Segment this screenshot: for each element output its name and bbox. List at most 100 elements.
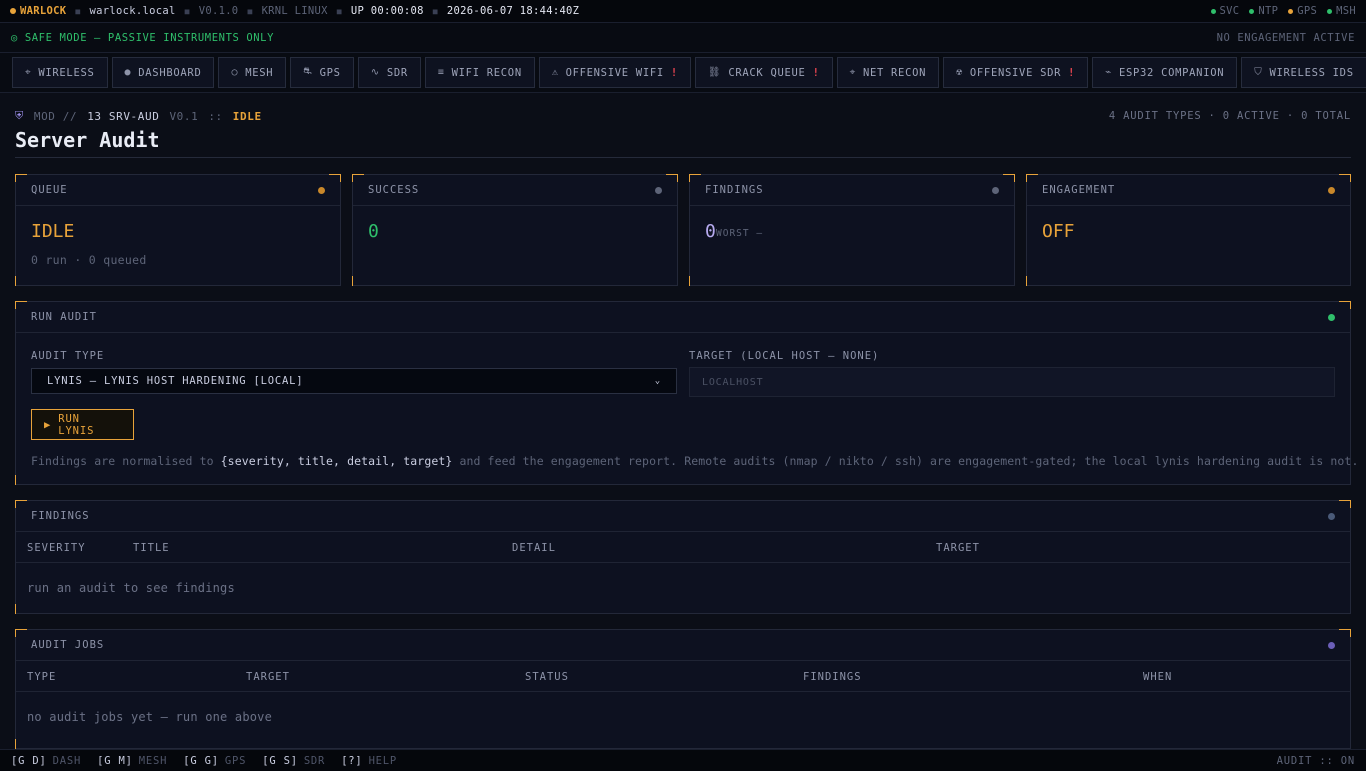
status-led-icon — [1328, 641, 1335, 649]
service-indicators: SVC NTP GPS MSH — [1210, 5, 1357, 17]
status-led-icon — [318, 186, 325, 194]
tab-icon: ⚠ — [551, 67, 559, 78]
tab-sdr[interactable]: ∿ SDR — [357, 57, 421, 88]
stat-value: 0 — [368, 221, 379, 242]
tab-mesh[interactable]: ○ MESH — [218, 57, 287, 88]
indicator-ntp: NTP — [1249, 5, 1278, 17]
column-header[interactable]: SEVERITY — [27, 542, 86, 554]
target-placeholder: LOCALHOST — [702, 376, 764, 388]
warning-icon: ! — [670, 66, 678, 79]
status-led-icon — [992, 186, 999, 194]
tab-gps[interactable]: ⛐ GPS — [290, 57, 354, 88]
tab-icon: ∿ — [370, 67, 380, 78]
status-dot-icon — [1249, 8, 1255, 14]
tab-net-recon[interactable]: ⌖ NET RECON — [836, 57, 940, 88]
tab-icon: ○ — [231, 67, 239, 78]
title-divider — [15, 157, 1351, 158]
tab-label: GPS — [319, 66, 341, 79]
status-led-icon — [655, 186, 662, 194]
jobs-empty-state: no audit jobs yet — run one above — [27, 710, 273, 724]
indicator-msh: MSH — [1327, 5, 1356, 17]
audit-jobs-title: AUDIT JOBS — [31, 639, 105, 651]
column-header[interactable]: FINDINGS — [803, 671, 862, 683]
stat-label: ENGAGEMENT — [1042, 184, 1116, 196]
tab-label: ESP32 COMPANION — [1118, 66, 1225, 79]
column-header[interactable]: TARGET — [936, 542, 980, 554]
column-header[interactable]: DETAIL — [512, 542, 556, 554]
tab-esp32-companion[interactable]: ⌁ ESP32 COMPANION — [1092, 57, 1238, 88]
shortcut-action[interactable]: GPS — [225, 755, 246, 767]
brand-name: WARLOCK — [20, 5, 67, 17]
tab-icon: ⌁ — [1105, 67, 1112, 78]
tab-offensive-sdr[interactable]: ☢ OFFENSIVE SDR! — [943, 57, 1089, 88]
run-button-label: RUN LYNIS — [58, 412, 95, 437]
column-header[interactable]: TITLE — [133, 542, 170, 554]
indicator-svc: SVC — [1210, 5, 1240, 17]
column-header[interactable]: STATUS — [525, 671, 569, 683]
tab-label: SDR — [386, 66, 408, 79]
findings-empty-state: run an audit to see findings — [27, 581, 235, 595]
stat-card-header: QUEUE — [16, 175, 340, 206]
shortcut-action[interactable]: MESH — [139, 755, 168, 767]
tab-icon: ≡ — [437, 67, 445, 78]
module-id: 13 SRV-AUD — [87, 109, 160, 123]
tab-icon: ⌖ — [25, 67, 32, 78]
brand-dot-icon — [10, 8, 16, 14]
status-led-icon — [1328, 313, 1335, 321]
column-header[interactable]: TYPE — [27, 671, 56, 683]
tab-label: DASHBOARD — [138, 66, 202, 79]
shortcut-key: [G D] — [11, 754, 47, 767]
shortcut-action[interactable]: HELP — [369, 755, 398, 767]
run-audit-button[interactable]: ▶ RUN LYNIS — [31, 409, 134, 440]
play-icon: ▶ — [44, 418, 52, 431]
findings-title: FINDINGS — [31, 510, 90, 522]
tab-dashboard[interactable]: ● DASHBOARD — [111, 57, 215, 88]
findings-table-header: SEVERITY TITLE DETAIL TARGET — [16, 532, 1350, 563]
engagement-status: NO ENGAGEMENT ACTIVE — [1216, 31, 1355, 44]
tab-label: WIRELESS IDS — [1269, 66, 1354, 79]
page-title: Server Audit — [15, 128, 160, 152]
column-header[interactable]: TARGET — [246, 671, 290, 683]
module-separator: :: — [208, 109, 223, 123]
status-dot-icon — [1210, 8, 1216, 14]
top-status-bar: WARLOCK ■ warlock.local ■ V0.1.0 ■ KRNL … — [0, 0, 1366, 23]
shortcut-action[interactable]: DASH — [53, 755, 82, 767]
tab-wireless-ids[interactable]: ⛉ WIRELESS IDS — [1241, 57, 1366, 88]
status-led-icon — [1328, 186, 1335, 194]
tab-label: WIRELESS — [38, 66, 95, 79]
tab-icon: ⛓ — [707, 67, 722, 78]
tab-icon: ⌖ — [849, 67, 856, 78]
stat-card-header: ENGAGEMENT — [1027, 175, 1350, 206]
stat-card-header: SUCCESS — [353, 175, 677, 206]
audit-status: AUDIT :: ON — [1276, 754, 1355, 767]
stat-card-queue: QUEUE IDLE 0 run · 0 queued — [15, 174, 341, 286]
clock: 2026-06-07 18:44:40Z — [446, 5, 580, 17]
tab-wireless[interactable]: ⌖ WIRELESS — [12, 57, 108, 88]
kernel: KRNL LINUX — [261, 5, 328, 17]
stat-value: OFF — [1042, 221, 1075, 242]
tab-icon: ⛐ — [303, 66, 313, 77]
stat-card-findings: FINDINGS 0 WORST — — [689, 174, 1015, 286]
target-input[interactable]: LOCALHOST — [689, 367, 1335, 397]
shortcut-key: [G M] — [97, 754, 133, 767]
indicator-gps: GPS — [1288, 5, 1317, 17]
tab-wifi-recon[interactable]: ≡ WIFI RECON — [424, 57, 535, 88]
tab-label: NET RECON — [862, 66, 927, 79]
tab-offensive-wifi[interactable]: ⚠ OFFENSIVE WIFI! — [538, 57, 691, 88]
status-dot-icon — [1327, 8, 1333, 14]
audit-jobs-header: AUDIT JOBS — [16, 630, 1350, 661]
safe-mode-label: ◎ SAFE MODE — PASSIVE INSTRUMENTS ONLY — [11, 31, 275, 44]
audit-jobs-panel: AUDIT JOBS TYPE TARGET STATUS FINDINGS W… — [15, 629, 1351, 749]
target-label: TARGET (LOCAL HOST — NONE) — [689, 350, 880, 362]
run-audit-header: RUN AUDIT — [16, 302, 1350, 333]
column-header[interactable]: WHEN — [1143, 671, 1172, 683]
run-audit-panel: RUN AUDIT AUDIT TYPE LYNIS — LYNIS HOST … — [15, 301, 1358, 485]
shortcut-action[interactable]: SDR — [304, 755, 325, 767]
run-audit-title: RUN AUDIT — [31, 311, 97, 323]
warning-icon: ! — [812, 66, 820, 79]
audit-type-select[interactable]: LYNIS — LYNIS HOST HARDENING [LOCAL] ⌄ — [31, 368, 677, 394]
stat-label: QUEUE — [31, 184, 68, 196]
tab-crack-queue[interactable]: ⛓ CRACK QUEUE! — [694, 57, 833, 88]
status-led-icon — [1328, 512, 1335, 520]
module-state: IDLE — [232, 109, 262, 123]
